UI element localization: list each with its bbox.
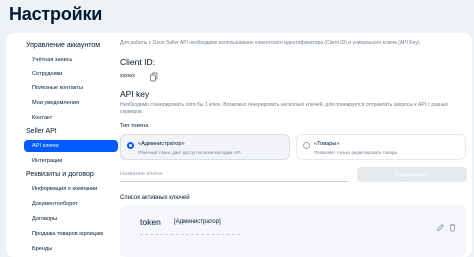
create-key-button[interactable]: Создать ключ <box>357 167 467 182</box>
option-description: Обычный токен, дает доступ ко всем метод… <box>138 150 241 155</box>
sidebar-item-company-info[interactable]: Информация о компании <box>24 183 118 195</box>
edit-icon[interactable] <box>436 219 445 232</box>
sidebar-item-b2b-sales[interactable]: Продажа товаров юрлицам <box>24 228 118 240</box>
sidebar-item-api-keys[interactable]: API ключи <box>24 140 118 152</box>
token-name: token <box>140 217 161 227</box>
key-name-input[interactable] <box>120 166 348 182</box>
active-keys-label: Список активных ключей <box>120 195 190 201</box>
active-key-row: token [Администратор] <box>120 205 466 257</box>
settings-sidebar: Управление аккаунтом Учётная запись Сотр… <box>6 33 118 257</box>
sidebar-item-contracts[interactable]: Договоры <box>24 213 118 225</box>
client-id-label: Client ID: <box>120 57 155 67</box>
settings-card: Управление аккаунтом Учётная запись Сотр… <box>6 33 472 257</box>
token-type-option-admin[interactable]: «Администратор» Обычный токен, дает дост… <box>120 134 290 160</box>
sidebar-item-document-flow[interactable]: Документооборот <box>24 198 118 210</box>
token-underline <box>140 234 240 235</box>
radio-selected-icon[interactable] <box>127 142 134 149</box>
option-description: Позволяет только редактировать товары <box>314 150 398 155</box>
sidebar-item-notifications[interactable]: Мои уведомления <box>24 97 118 109</box>
sidebar-item-brands[interactable]: Бренды <box>24 243 118 255</box>
sidebar-section-seller-api: Seller API <box>26 128 57 135</box>
trash-icon[interactable] <box>448 219 457 232</box>
sidebar-section-account: Управление аккаунтом <box>26 42 101 49</box>
radio-unselected-icon[interactable] <box>303 142 310 149</box>
token-type-label: Тип токена <box>120 123 149 129</box>
option-title: «Товары» <box>314 141 340 147</box>
client-id-value: xxxxxx <box>120 73 135 79</box>
token-type-badge: [Администратор] <box>174 219 221 225</box>
copy-icon[interactable] <box>149 69 159 82</box>
api-keys-content: Для работы с Ozon Seller API необходимо … <box>120 33 472 257</box>
sidebar-item-employees[interactable]: Сотрудники <box>24 68 118 80</box>
intro-text: Для работы с Ozon Seller API необходимо … <box>120 40 421 46</box>
sidebar-item-account[interactable]: Учётная запись <box>24 54 118 66</box>
api-key-title: API key <box>120 89 150 99</box>
page-title: Настройки <box>9 4 103 24</box>
api-key-description: Необходимо сгенерировать хотя бы 1 ключ.… <box>120 102 448 115</box>
token-type-option-products[interactable]: «Товары» Позволяет только редактировать … <box>296 134 466 160</box>
sidebar-section-requisites: Реквизиты и договор <box>26 171 94 178</box>
sidebar-item-contact[interactable]: Контакт <box>24 112 118 124</box>
sidebar-item-useful-contacts[interactable]: Полезные контакты <box>24 82 118 94</box>
settings-page: Настройки Управление аккаунтом Учётная з… <box>0 0 474 257</box>
sidebar-item-integrations[interactable]: Интеграции <box>24 155 118 167</box>
option-title: «Администратор» <box>138 141 185 147</box>
